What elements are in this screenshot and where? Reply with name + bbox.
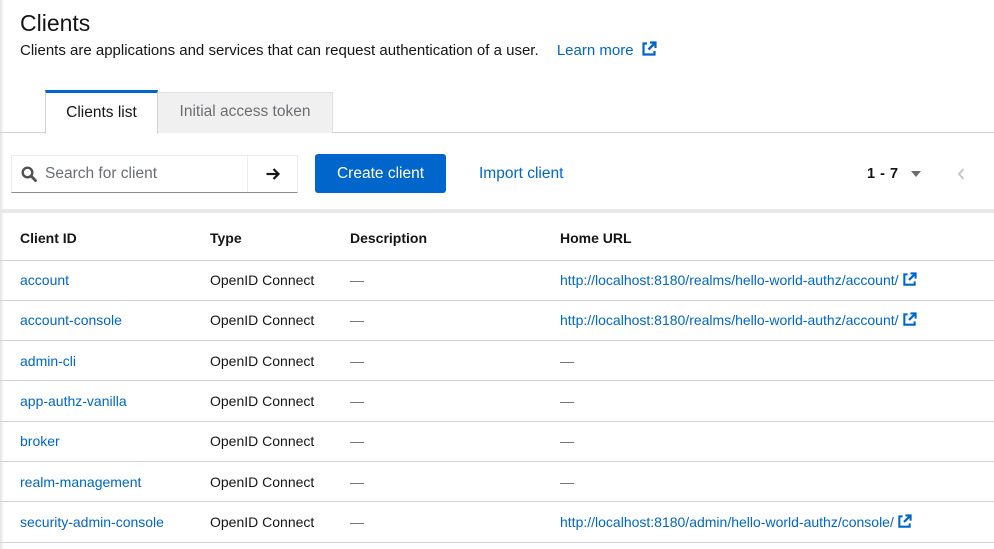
table-row: app-authz-vanilla OpenID Connect — — [0,381,994,421]
chevron-left-icon [957,168,965,180]
search-icon [21,166,37,182]
home-url-link[interactable]: http://localhost:8180/admin/hello-world-… [560,514,912,530]
description-text: — [350,433,364,449]
description-cell: — [330,502,540,542]
table-row: broker OpenID Connect — — [0,421,994,461]
caret-down-icon [911,171,921,177]
client-id-cell: realm-management [0,461,190,501]
description-text: — [350,272,364,288]
client-id-link[interactable]: account-console [20,312,122,328]
learn-more-label: Learn more [557,42,634,59]
home-url-text: http://localhost:8180/realms/hello-world… [560,272,899,288]
home-url-empty: — [560,433,574,449]
table-row: realm-management OpenID Connect — — [0,461,994,501]
client-id-link[interactable]: account [20,272,69,288]
description-cell: — [330,421,540,461]
client-id-link[interactable]: security-admin-console [20,514,164,530]
table-row: account OpenID Connect — http://localhost:8… [0,260,994,300]
table-row: security-admin-console OpenID Connect — htt… [0,502,994,542]
pagination-toggle[interactable]: 1 - 7 [858,154,921,193]
external-link-icon [897,514,912,529]
table-row: account-console OpenID Connect — http://loc… [0,300,994,340]
column-header-description: Description [330,217,540,260]
search-group [11,155,298,193]
page-description: Clients are applications and services th… [20,40,657,62]
client-id-cell: broker [0,421,190,461]
page-title: Clients [20,8,657,38]
type-cell: OpenID Connect [190,421,330,461]
create-client-button[interactable]: Create client [315,154,446,193]
table-header-row: Client ID Type Description Home URL [0,217,994,260]
client-id-link[interactable]: broker [20,433,60,449]
type-cell: OpenID Connect [190,461,330,501]
type-cell: OpenID Connect [190,260,330,300]
description-cell: — [330,461,540,501]
column-header-home-url: Home URL [540,217,994,260]
home-url-empty: — [560,474,574,490]
description-text: Clients are applications and services th… [20,42,539,59]
client-id-link[interactable]: app-authz-vanilla [20,393,127,409]
description-text: — [350,514,364,530]
client-id-cell: app-authz-vanilla [0,381,190,421]
client-id-cell: admin-cli [0,341,190,381]
home-url-link[interactable]: http://localhost:8180/realms/hello-world… [560,272,917,288]
import-client-button[interactable]: Import client [463,154,579,193]
client-id-link[interactable]: realm-management [20,474,141,490]
external-link-icon [641,41,657,57]
home-url-cell: http://localhost:8180/admin/hello-world-… [540,502,994,542]
description-cell: — [330,341,540,381]
client-id-cell: security-admin-console [0,502,190,542]
external-link-icon [902,272,917,287]
home-url-text: http://localhost:8180/realms/hello-world… [560,312,899,328]
home-url-cell: — [540,461,994,501]
description-cell: — [330,260,540,300]
learn-more-link[interactable]: Learn more [557,42,657,59]
pagination-range: 1 - 7 [867,166,899,182]
home-url-cell: — [540,421,994,461]
table-row: admin-cli OpenID Connect — — [0,341,994,381]
description-text: — [350,353,364,369]
column-header-type: Type [190,217,330,260]
home-url-link[interactable]: http://localhost:8180/realms/hello-world… [560,312,917,328]
toolbar: Create client Import client 1 - 7 [0,133,994,213]
description-text: — [350,393,364,409]
client-id-link[interactable]: admin-cli [20,353,76,369]
home-url-empty: — [560,393,574,409]
clients-table: Client ID Type Description Home URL acco… [0,217,994,543]
previous-page-button[interactable] [948,154,974,193]
home-url-cell: http://localhost:8180/realms/hello-world… [540,260,994,300]
tab-clients-list[interactable]: Clients list [45,90,158,134]
type-cell: OpenID Connect [190,341,330,381]
column-header-client-id: Client ID [0,217,190,260]
home-url-cell: — [540,381,994,421]
description-cell: — [330,381,540,421]
search-input[interactable] [45,165,235,183]
home-url-text: http://localhost:8180/admin/hello-world-… [560,514,894,530]
arrow-right-icon [265,166,281,182]
type-cell: OpenID Connect [190,381,330,421]
home-url-cell: — [540,341,994,381]
tab-initial-access-token[interactable]: Initial access token [158,92,333,133]
external-link-icon [902,312,917,327]
description-text: — [350,312,364,328]
home-url-empty: — [560,353,574,369]
client-id-cell: account [0,260,190,300]
type-cell: OpenID Connect [190,300,330,340]
home-url-cell: http://localhost:8180/realms/hello-world… [540,300,994,340]
client-id-cell: account-console [0,300,190,340]
description-cell: — [330,300,540,340]
description-text: — [350,474,364,490]
page-header: Clients Clients are applications and ser… [20,8,657,62]
type-cell: OpenID Connect [190,502,330,542]
tabs: Clients list Initial access token [0,90,994,133]
search-submit-button[interactable] [247,156,297,192]
search-field [12,156,247,192]
